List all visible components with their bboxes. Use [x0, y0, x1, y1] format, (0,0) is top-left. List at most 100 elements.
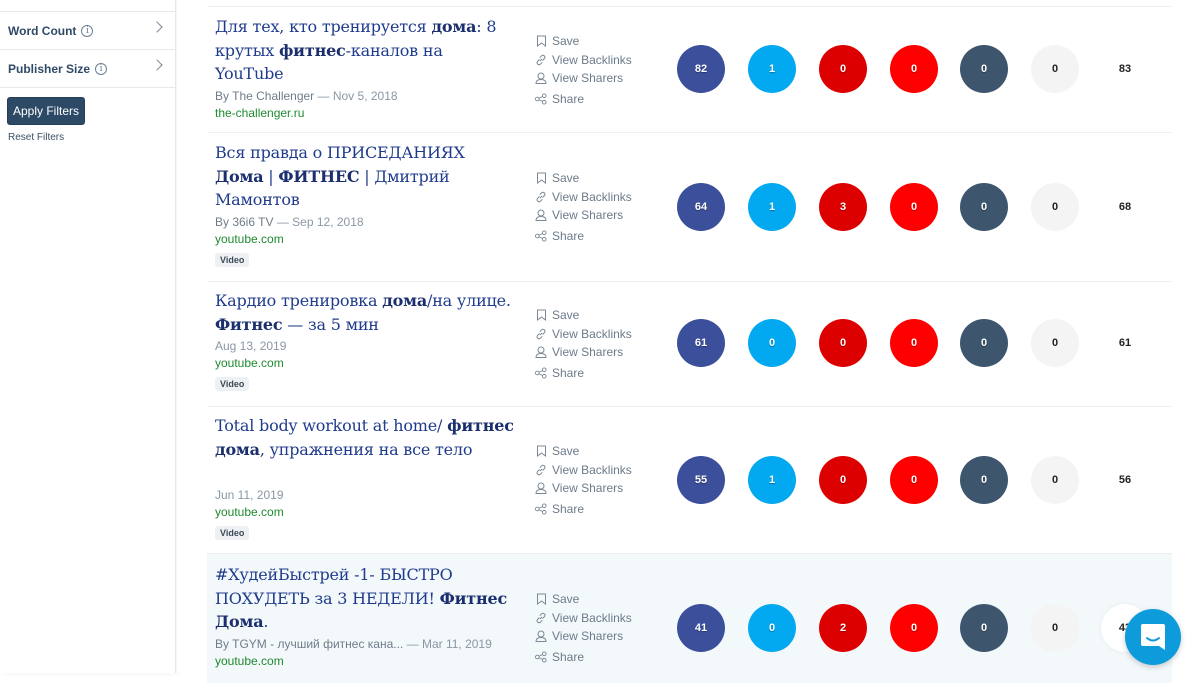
other-engagement: 0: [1031, 45, 1079, 93]
reset-filters-link[interactable]: Reset Filters: [8, 132, 64, 143]
save-action[interactable]: Save: [535, 32, 665, 51]
chevron-right-icon: [151, 59, 163, 71]
result-title-link[interactable]: Кардио тренировка дома/на улице. Фитнес …: [215, 289, 515, 336]
result-actions: Save View Backlinks View Sharers Share: [535, 32, 665, 108]
save-action[interactable]: Save: [535, 306, 665, 325]
share-icon: [535, 230, 547, 242]
chat-button[interactable]: [1125, 609, 1181, 665]
backlinks-action[interactable]: View Backlinks: [535, 461, 665, 480]
content-type-badge: Video: [215, 252, 250, 267]
other-engagement: 0: [1031, 183, 1079, 231]
publish-date: Aug 13, 2019: [215, 339, 287, 353]
action-label: View Backlinks: [552, 462, 632, 477]
share-action[interactable]: Share: [535, 90, 665, 109]
result-domain-link[interactable]: youtube.com: [215, 505, 284, 519]
title-text: |: [263, 166, 279, 186]
share-action[interactable]: Share: [535, 500, 665, 519]
filter-word-count[interactable]: Word Count i: [0, 11, 175, 49]
action-label: View Sharers: [552, 71, 624, 86]
apply-filters-button[interactable]: Apply Filters: [7, 97, 85, 125]
tumblr-engagement: 0: [960, 319, 1008, 367]
result-title-link[interactable]: Total body workout at home/ фитнес дома,…: [215, 414, 515, 461]
tumblr-engagement: 0: [960, 456, 1008, 504]
backlinks-action[interactable]: View Backlinks: [535, 188, 665, 207]
title-text: Вся правда о ПРИСЕДАНИЯХ: [215, 143, 465, 162]
result-title-link[interactable]: Для тех, кто тренируется дома: 8 крутых …: [215, 15, 515, 86]
save-action[interactable]: Save: [535, 442, 665, 461]
action-label: View Backlinks: [552, 52, 632, 67]
result-actions: Save View Backlinks View Sharers Share: [535, 442, 665, 518]
action-label: Save: [552, 171, 580, 186]
info-icon[interactable]: i: [81, 24, 94, 37]
publish-date: Sep 12, 2018: [292, 214, 364, 229]
action-label: Save: [552, 444, 580, 459]
total-engagement: 68: [1118, 201, 1132, 213]
twitter-engagement: 1: [748, 45, 796, 93]
total-engagement: 61: [1118, 337, 1132, 349]
result-domain-link[interactable]: youtube.com: [215, 232, 284, 246]
meta-separator: —: [403, 636, 422, 651]
publish-date: Mar 11, 2019: [421, 636, 492, 651]
sharers-action[interactable]: View Sharers: [535, 627, 665, 646]
pinterest-engagement: 0: [819, 45, 867, 93]
action-label: View Backlinks: [552, 189, 632, 204]
action-label: View Sharers: [552, 345, 624, 360]
result-row: Вся правда о ПРИСЕДАНИЯХ Дома | ФИТНЕС |…: [207, 132, 1172, 281]
chat-bubble-icon: [1141, 624, 1165, 650]
author-name[interactable]: By TGYM - лучший фитнес кана...: [215, 637, 403, 651]
action-label: View Backlinks: [552, 610, 632, 625]
link-icon: [535, 328, 547, 340]
link-icon: [535, 54, 547, 66]
save-action[interactable]: Save: [535, 169, 665, 188]
result-title-link[interactable]: Вся правда о ПРИСЕДАНИЯХ Дома | ФИТНЕС |…: [215, 141, 515, 212]
backlinks-action[interactable]: View Backlinks: [535, 609, 665, 628]
publish-date: Jun 11, 2019: [215, 487, 284, 502]
author-name[interactable]: By 36i6 TV: [215, 215, 273, 229]
title-text: Для тех, кто тренируется: [215, 17, 432, 36]
sharers-action[interactable]: View Sharers: [535, 69, 665, 88]
other-engagement: 0: [1031, 319, 1079, 367]
share-icon: [535, 651, 547, 663]
result-meta: By 36i6 TV — Sep 12, 2018: [215, 215, 364, 229]
result-domain-link[interactable]: youtube.com: [215, 356, 284, 370]
result-domain-link[interactable]: youtube.com: [215, 654, 284, 668]
user-icon: [535, 482, 547, 495]
share-action[interactable]: Share: [535, 648, 665, 667]
backlinks-action[interactable]: View Backlinks: [535, 325, 665, 344]
user-icon: [535, 209, 547, 222]
author-name[interactable]: By The Challenger: [215, 89, 314, 103]
action-label: Save: [552, 308, 580, 323]
title-keyword: Дома: [215, 166, 264, 186]
facebook-engagement: 61: [677, 319, 725, 367]
share-action[interactable]: Share: [535, 364, 665, 383]
result-row: Total body workout at home/ фитнес дома,…: [207, 406, 1172, 553]
action-label: Save: [552, 34, 580, 49]
content-type-badge: Video: [215, 377, 250, 391]
save-action[interactable]: Save: [535, 590, 665, 609]
reddit-engagement: 0: [890, 183, 938, 231]
bookmark-icon: [535, 445, 547, 458]
title-text: , упражнения на все тело: [259, 439, 473, 459]
result-actions: Save View Backlinks View Sharers Share: [535, 306, 665, 382]
sharers-action[interactable]: View Sharers: [535, 343, 665, 362]
twitter-engagement: 0: [748, 319, 796, 367]
filter-label: Word Count: [8, 23, 77, 38]
info-icon[interactable]: i: [95, 62, 108, 75]
result-title-link[interactable]: #ХудейБыстрей -1- БЫСТРО ПОХУДЕТЬ за 3 Н…: [215, 563, 515, 634]
content-type-badge: Video: [215, 525, 250, 540]
backlinks-action[interactable]: View Backlinks: [535, 51, 665, 70]
share-action[interactable]: Share: [535, 227, 665, 246]
meta-separator: —: [273, 214, 293, 229]
sharers-action[interactable]: View Sharers: [535, 206, 665, 225]
filter-publisher-size[interactable]: Publisher Size i: [0, 49, 175, 87]
action-label: View Backlinks: [552, 326, 632, 341]
twitter-engagement: 1: [748, 183, 796, 231]
sharers-action[interactable]: View Sharers: [535, 479, 665, 498]
meta-separator: —: [314, 88, 333, 103]
publish-date: Nov 5, 2018: [332, 88, 398, 103]
title-text: #ХудейБыстрей -1- БЫСТРО ПОХУДЕТЬ за 3 Н…: [215, 565, 453, 608]
result-domain-link[interactable]: the-challenger.ru: [215, 106, 304, 120]
pinterest-engagement: 0: [819, 319, 867, 367]
title-keyword: дома: [431, 17, 477, 36]
bookmark-icon: [535, 172, 547, 185]
